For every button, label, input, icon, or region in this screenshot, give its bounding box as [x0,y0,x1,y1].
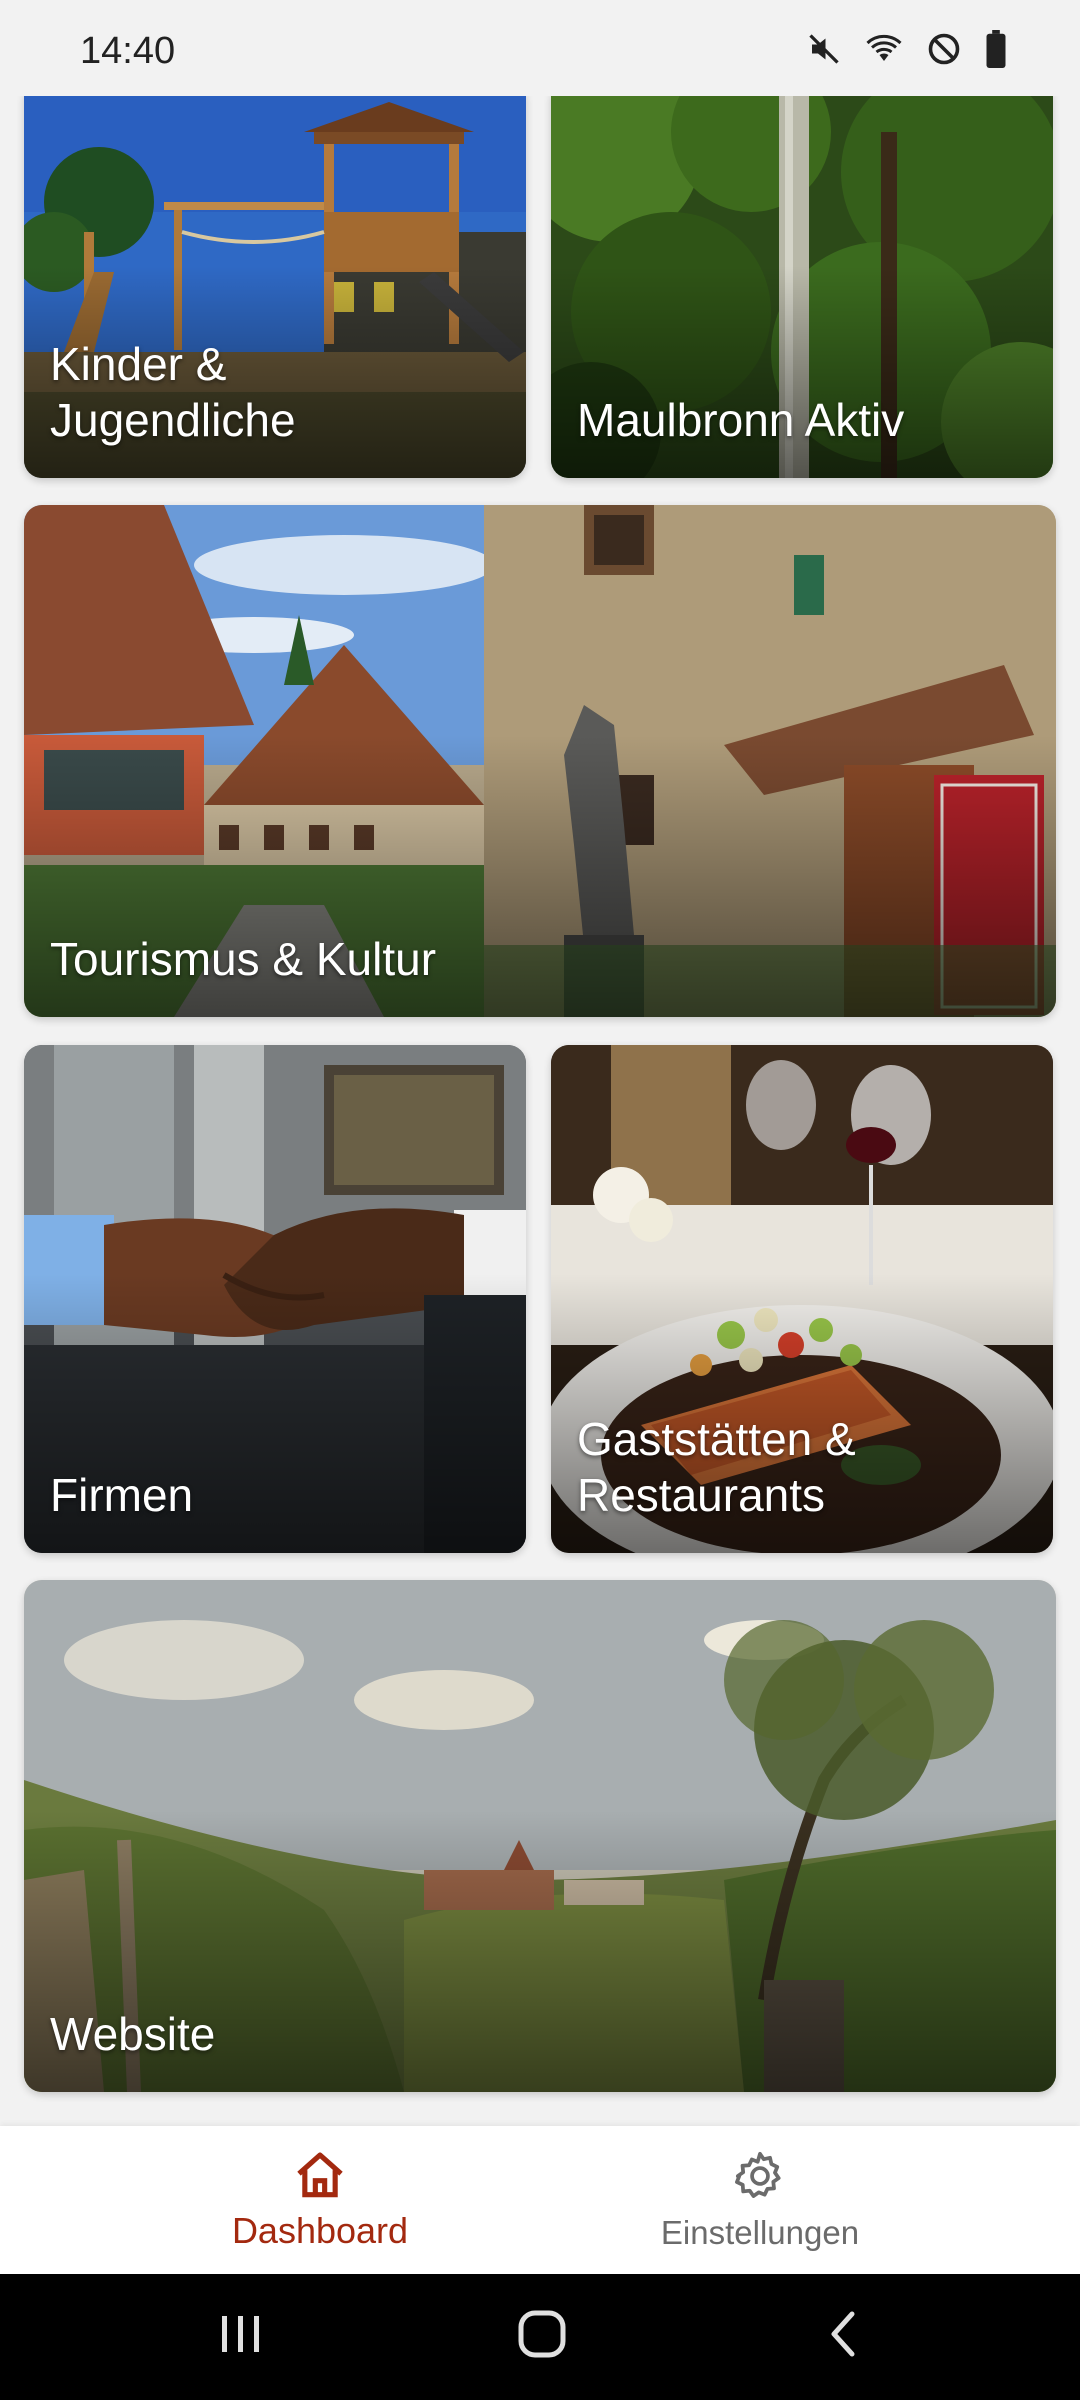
status-icons [806,30,1008,68]
home-circle-icon[interactable] [512,2304,572,2369]
tile-label: Firmen [50,1469,194,1521]
tile-label: Tourismus & Kultur [50,933,437,985]
system-navigation-bar [0,2274,1080,2400]
tile-maulbronn-aktiv[interactable]: Maulbronn Aktiv [551,92,1053,478]
tile-firmen[interactable]: Firmen [24,1045,526,1553]
tile-website[interactable]: Website [24,1580,1056,2092]
bottom-navigation: Dashboard Einstellungen [0,2126,1080,2274]
status-bar: 14:40 [0,0,1080,96]
tile-label: Maulbronn Aktiv [577,394,905,446]
recent-apps-icon[interactable] [218,2304,264,2369]
back-icon[interactable] [824,2304,864,2369]
battery-icon [984,30,1008,68]
nav-item-einstellungen[interactable]: Einstellungen [490,2126,1030,2274]
app-screen: 14:40 Kinder & Jugendliche Maulbronn Akt… [0,0,1080,2400]
home-icon [292,2148,348,2209]
tile-label: Gaststätten & Restaurants [577,1413,856,1521]
tile-label: Kinder & Jugendliche [50,338,296,446]
mute-icon [806,31,842,67]
gear-icon [732,2148,788,2209]
nav-label: Einstellungen [660,2214,860,2251]
status-time: 14:40 [80,30,176,72]
tile-gaststaetten-restaurants[interactable]: Gaststätten & Restaurants [551,1045,1053,1553]
tile-tourismus-kultur[interactable]: Tourismus & Kultur [24,505,1056,1017]
wifi-icon [864,31,904,67]
tile-label: Website [50,2008,216,2060]
tile-kinder-jugendliche[interactable]: Kinder & Jugendliche [24,92,526,478]
do-not-disturb-icon [926,31,962,67]
